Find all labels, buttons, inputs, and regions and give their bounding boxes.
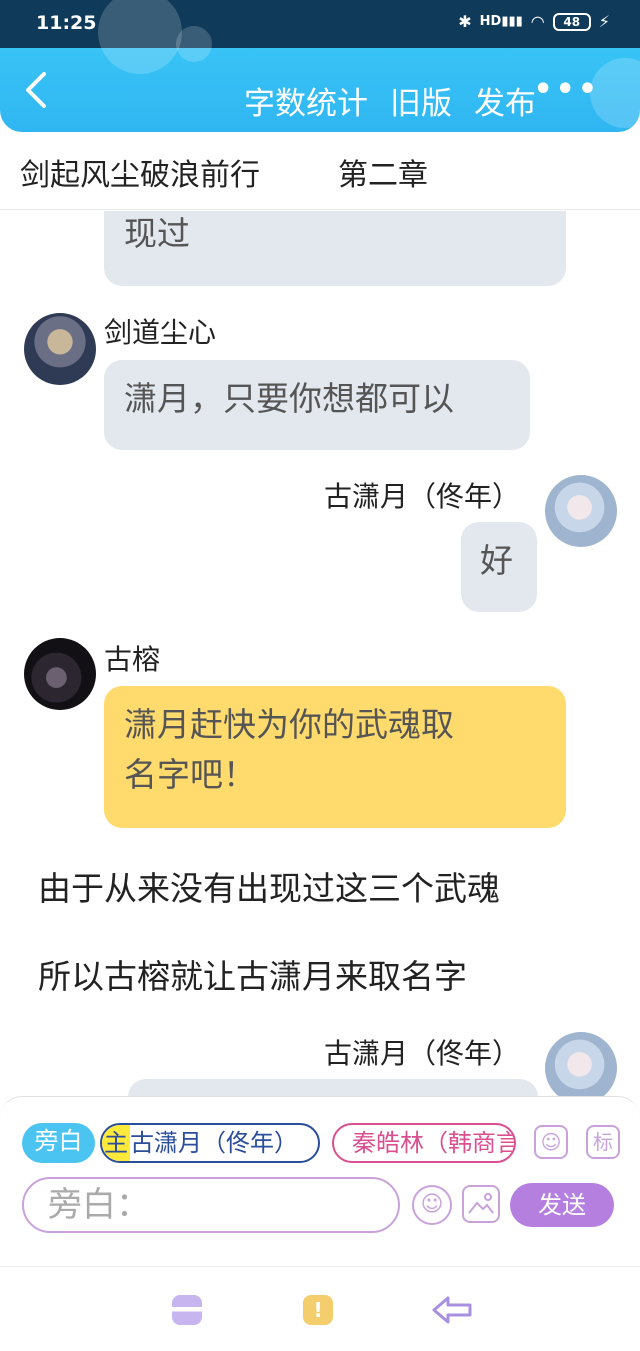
avatar[interactable] — [545, 475, 617, 547]
composer-panel: 旁白 主 古潇月（佟年） 秦皓林（韩商言 ☺ 标 ☺ 发送 — [0, 1096, 640, 1236]
bluetooth-icon: ✱ — [458, 12, 472, 31]
narration-text[interactable]: 所以古榕就让古潇月来取名字 — [38, 950, 467, 998]
role-chip-main[interactable]: 主 古潇月（佟年） — [100, 1123, 320, 1163]
bottom-nav: ! — [0, 1266, 640, 1351]
signal-icon: HD▮▮▮ — [479, 14, 523, 29]
message-bubble[interactable] — [128, 1079, 538, 1096]
message-text: 潇月，只要你想都可以 — [124, 379, 454, 418]
menu-icon[interactable] — [172, 1295, 202, 1325]
sender-name: 剑道尘心 — [104, 316, 217, 349]
message-input[interactable] — [22, 1177, 400, 1233]
battery-icon: 48 — [552, 12, 591, 31]
emoji-icon[interactable]: ☺ — [412, 1185, 452, 1225]
role-name: 秦皓林（韩商言 — [352, 1129, 516, 1157]
sender-name: 古潇月（佟年） — [324, 1037, 521, 1070]
title-bar: 字数统计 旧版 发布 ••• — [0, 48, 640, 132]
wifi-icon: ◠ — [530, 12, 545, 31]
role-name: 古潇月（佟年） — [130, 1129, 298, 1157]
publish-button[interactable]: 发布 — [474, 78, 536, 123]
sender-name: 古榕 — [104, 643, 161, 676]
chapter-header: 剑起风尘破浪前行 第二章 — [0, 132, 640, 210]
word-count-button[interactable]: 字数统计 — [244, 78, 368, 123]
more-options-icon[interactable]: ••• — [533, 72, 600, 107]
character-icon[interactable]: ☺ — [534, 1125, 568, 1159]
message-text: 潇月赶快为你的武魂取 — [124, 705, 454, 744]
chat-feed[interactable]: 现过 剑道尘心 潇月，只要你想都可以 古潇月（佟年） 好 古榕 潇月赶快为你的武… — [0, 211, 640, 1096]
message-text: 名字吧！ — [124, 755, 256, 794]
status-icons: ✱ HD▮▮▮ ◠ 48 ⚡ — [458, 12, 610, 31]
message-bubble[interactable]: 潇月，只要你想都可以 — [104, 360, 530, 450]
avatar[interactable] — [24, 638, 96, 710]
image-glyph — [468, 1193, 494, 1214]
sender-name: 古潇月（佟年） — [324, 480, 521, 513]
charging-icon: ⚡ — [598, 12, 610, 31]
send-button[interactable]: 发送 — [510, 1183, 614, 1227]
top-bar: 11:25 ✱ HD▮▮▮ ◠ 48 ⚡ 字数统计 旧版 发布 ••• — [0, 0, 640, 132]
avatar[interactable] — [24, 313, 96, 385]
message-bubble[interactable]: 好 — [461, 522, 537, 612]
back-arrow-icon[interactable] — [430, 1293, 474, 1327]
back-arrow-icon[interactable] — [20, 68, 52, 112]
chapter-number[interactable]: 第二章 — [338, 150, 428, 194]
narration-text[interactable]: 由于从来没有出现过这三个武魂 — [38, 862, 500, 910]
role-chip-narrator[interactable]: 旁白 — [22, 1123, 95, 1163]
tag-icon[interactable]: 标 — [586, 1125, 620, 1159]
message-text: 现过 — [124, 214, 190, 253]
main-role-tag: 主 — [102, 1125, 130, 1161]
message-input-field[interactable] — [24, 1179, 398, 1231]
avatar[interactable] — [545, 1032, 617, 1096]
image-icon[interactable] — [462, 1185, 500, 1223]
status-bar: 11:25 ✱ HD▮▮▮ ◠ 48 ⚡ — [0, 0, 640, 48]
message-bubble[interactable]: 潇月赶快为你的武魂取 名字吧！ — [104, 686, 566, 828]
role-chip-other[interactable]: 秦皓林（韩商言 — [332, 1123, 516, 1163]
status-time: 11:25 — [36, 12, 97, 34]
header-actions: 字数统计 旧版 发布 — [244, 78, 536, 123]
old-version-button[interactable]: 旧版 — [390, 78, 452, 123]
message-text: 好 — [480, 541, 513, 580]
message-bubble[interactable]: 现过 — [104, 211, 566, 286]
chapter-title[interactable]: 剑起风尘破浪前行 — [20, 150, 260, 194]
alert-icon[interactable]: ! — [303, 1295, 333, 1325]
